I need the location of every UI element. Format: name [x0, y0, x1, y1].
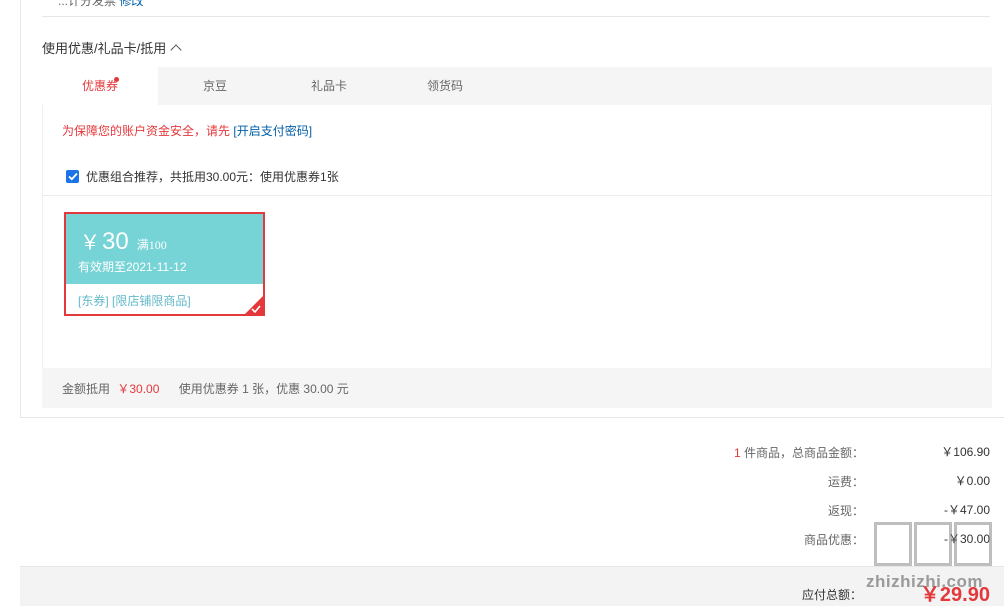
discount-label: 商品优惠： [803, 533, 864, 547]
summary-label: 金额抵用 [62, 382, 111, 396]
coupon-condition: 满100 [136, 238, 167, 252]
item-count: 1 [733, 446, 741, 460]
items-total-value: ￥106.90 [941, 445, 990, 459]
combo-label: 优惠组合推荐，共抵用30.00元：使用优惠券1张 [86, 170, 339, 184]
site-watermark: zhizhizhi.com [866, 522, 996, 606]
shipping-value: ￥0.00 [954, 474, 990, 488]
tab-coupons[interactable]: 优惠券 [42, 67, 158, 105]
tab-redeem-code[interactable]: 领货码 [386, 67, 504, 105]
coupon-tags: [东券] [限店铺限商品] [78, 294, 191, 308]
discount-summary: 金额抵用 ￥30.00 使用优惠券 1 张，优惠 30.00 元 [62, 380, 349, 397]
check-icon [251, 305, 261, 313]
coupon-card[interactable]: ￥ 30 满100 有效期至2021-11-12 [东券] [限店铺限商品] [64, 212, 265, 316]
cashback-label: 返现： [827, 504, 864, 518]
cashback-value: -￥47.00 [943, 503, 990, 517]
items-total-label: 1 件商品，总商品金额： [734, 444, 864, 461]
coupon-header: ￥ 30 满100 有效期至2021-11-12 [66, 214, 263, 284]
enable-pay-password-link[interactable]: [开启支付密码] [233, 124, 312, 138]
coupon-expiry: 有效期至2021-11-12 [78, 260, 187, 274]
new-dot-icon [114, 77, 119, 82]
divider [42, 195, 992, 196]
security-tip: 为保障您的账户资金安全，请先 [开启支付密码] [62, 122, 312, 139]
section-title: 使用优惠/礼品卡/抵用 [42, 41, 167, 56]
coupon-amount: 30 [102, 228, 129, 255]
chevron-up-icon [170, 43, 182, 56]
combo-checkbox[interactable] [66, 170, 79, 183]
summary-amount: ￥30.00 [117, 382, 160, 396]
watermark-text: zhizhizhi.com [866, 572, 983, 591]
coupon-value: ￥ 30 满100 [80, 226, 167, 256]
tab-label: 京豆 [202, 79, 227, 93]
combo-recommend-row: 优惠组合推荐，共抵用30.00元：使用优惠券1张 [66, 168, 339, 185]
tab-jingdou[interactable]: 京豆 [158, 67, 272, 105]
items-label-text: 件商品，总商品金额： [740, 446, 864, 460]
watermark-logo-icon [874, 522, 992, 566]
discount-section-toggle[interactable]: 使用优惠/礼品卡/抵用 [42, 38, 182, 57]
security-tip-text: 为保障您的账户资金安全，请先 [62, 124, 231, 138]
tab-label: 领货码 [426, 79, 463, 93]
tab-label: 优惠券 [81, 79, 118, 93]
divider [42, 16, 990, 17]
invoice-text: ...计分发票 [58, 0, 117, 8]
shipping-label: 运费： [827, 475, 864, 489]
payable-label: 应付总额： [801, 588, 862, 602]
invoice-row-partial: ...计分发票 修改 [58, 0, 143, 9]
invoice-edit-link[interactable]: 修改 [119, 0, 143, 8]
coupon-currency: ￥ [80, 232, 100, 254]
tab-label: 礼品卡 [310, 79, 347, 93]
summary-detail: 使用优惠券 1 张，优惠 30.00 元 [178, 382, 349, 396]
tab-giftcard[interactable]: 礼品卡 [272, 67, 386, 105]
